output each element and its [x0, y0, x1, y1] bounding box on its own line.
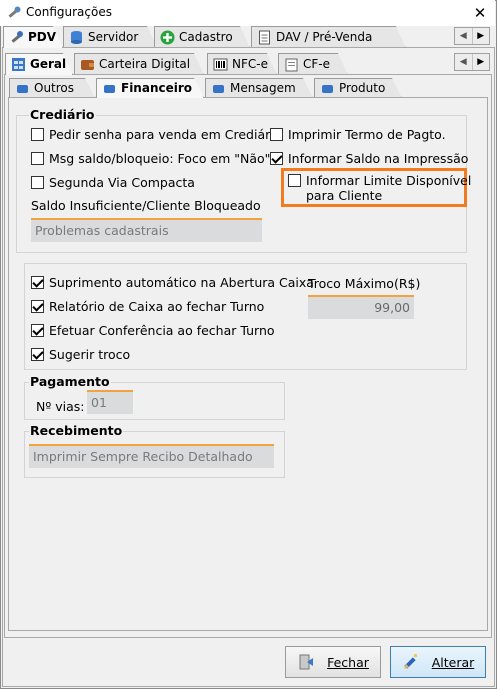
tab-pdv[interactable]: PDV	[3, 26, 63, 48]
wrench-icon	[9, 30, 24, 45]
sub-tab-scroll[interactable]: ◀ ▶	[454, 53, 490, 71]
title-bar: Configurações ✕	[0, 0, 495, 26]
wallet-icon	[80, 57, 95, 72]
tab-bullet-icon	[320, 82, 335, 97]
checkbox-box[interactable]	[31, 127, 44, 141]
tab-mensagem[interactable]: Mensagem	[205, 78, 313, 98]
tab-cadastro[interactable]: Cadastro	[154, 26, 250, 48]
saldo-insuficiente-label: Saldo Insuficiente/Cliente Bloqueado	[31, 198, 261, 213]
fechar-button[interactable]: Fechar	[285, 646, 381, 678]
tab-carteira-digital[interactable]: Carteira Digital	[74, 53, 204, 75]
pagamento-title: Pagamento	[29, 374, 111, 389]
recebimento-field[interactable]: Imprimir Sempre Recibo Detalhado	[29, 444, 274, 468]
checkbox-box-checked[interactable]	[31, 323, 44, 337]
troco-maximo-field[interactable]: 99,00	[308, 295, 414, 319]
green-plus-icon	[160, 30, 175, 45]
grid-icon	[11, 57, 26, 72]
crediario-title: Crediário	[29, 107, 96, 122]
exit-door-icon	[299, 654, 314, 670]
saldo-insuficiente-field[interactable]: Problemas cadastrais	[31, 218, 262, 242]
relatorio-caixa-checkbox[interactable]: Relatório de Caixa ao fechar Turno	[31, 298, 264, 314]
tab-dav-pre-venda[interactable]: DAV / Pré-Venda	[251, 26, 406, 48]
sub-tab-strip: Geral Carteira Digital NFC-e CF-e ◀ ▶	[4, 53, 494, 75]
numero-vias-field[interactable]: 01	[87, 390, 133, 414]
informar-limite-label-line1: Informar Limite Disponível	[306, 173, 472, 188]
alterar-button[interactable]: Alterar	[390, 646, 486, 678]
msg-saldo-checkbox[interactable]: Msg saldo/bloqueio: Foco em "Não"	[31, 150, 270, 166]
tab-bullet-icon	[211, 82, 226, 97]
barcode-icon	[213, 57, 228, 72]
numero-vias-label: Nº vias:	[36, 399, 85, 414]
alterar-label: Alterar	[431, 654, 475, 670]
inner-tab-strip: Outros Financeiro Mensagem Produto	[8, 78, 490, 98]
checkbox-box-checked[interactable]	[31, 275, 44, 289]
segunda-via-checkbox[interactable]: Segunda Via Compacta	[31, 174, 195, 190]
tab-outros[interactable]: Outros	[9, 78, 95, 98]
recebimento-title: Recebimento	[29, 423, 124, 438]
main-tab-scroll[interactable]: ◀ ▶	[454, 27, 490, 45]
checkbox-box[interactable]	[270, 127, 283, 141]
imprimir-termo-checkbox[interactable]: Imprimir Termo de Pagto.	[270, 126, 446, 142]
tab-bullet-icon	[102, 82, 117, 97]
informar-limite-checkbox[interactable]: Informar Limite Disponível para Cliente	[288, 173, 471, 203]
tab-produto[interactable]: Produto	[314, 78, 402, 98]
pedir-senha-checkbox[interactable]: Pedir senha para venda em Crediário	[31, 126, 281, 142]
checkbox-box-checked[interactable]	[31, 347, 44, 361]
settings-wrench-icon	[8, 6, 21, 18]
main-tab-strip: PDV Servidor Cadastro DAV / Pré-Venda ◀ …	[1, 26, 496, 48]
database-icon	[69, 30, 84, 45]
scroll-left-icon[interactable]: ◀	[455, 54, 473, 70]
checkbox-box[interactable]	[31, 175, 44, 189]
checkbox-box[interactable]	[31, 151, 44, 165]
conferencia-checkbox[interactable]: Efetuar Conferência ao fechar Turno	[31, 322, 275, 338]
suprimento-checkbox[interactable]: Suprimento automático na Abertura Caixa	[31, 274, 314, 290]
informar-saldo-checkbox[interactable]: Informar Saldo na Impressão	[270, 150, 468, 166]
close-icon[interactable]: ✕	[466, 1, 494, 25]
tab-cf-e[interactable]: CF-e	[278, 53, 348, 75]
troco-maximo-label: Troco Máximo(R$)	[308, 276, 421, 291]
tab-geral[interactable]: Geral	[5, 53, 73, 75]
edit-pencil-icon	[403, 654, 417, 669]
scroll-right-icon[interactable]: ▶	[473, 28, 490, 44]
window-title: Configurações	[26, 5, 112, 19]
checkbox-box-checked[interactable]	[270, 151, 283, 165]
scroll-right-icon[interactable]: ▶	[473, 54, 490, 70]
scroll-left-icon[interactable]: ◀	[455, 28, 473, 44]
folder-icon	[284, 57, 299, 72]
document-icon	[257, 30, 272, 45]
tab-financeiro[interactable]: Financeiro	[96, 78, 204, 98]
fechar-label: Fechar	[327, 654, 369, 670]
tab-nfc-e[interactable]: NFC-e	[207, 53, 277, 75]
checkbox-box[interactable]	[288, 174, 301, 187]
sugerir-troco-checkbox[interactable]: Sugerir troco	[31, 346, 130, 362]
tab-bullet-icon	[15, 82, 30, 97]
informar-limite-label-line2: para Cliente	[306, 188, 383, 203]
checkbox-box-checked[interactable]	[31, 299, 44, 313]
tab-servidor[interactable]: Servidor	[63, 26, 157, 48]
